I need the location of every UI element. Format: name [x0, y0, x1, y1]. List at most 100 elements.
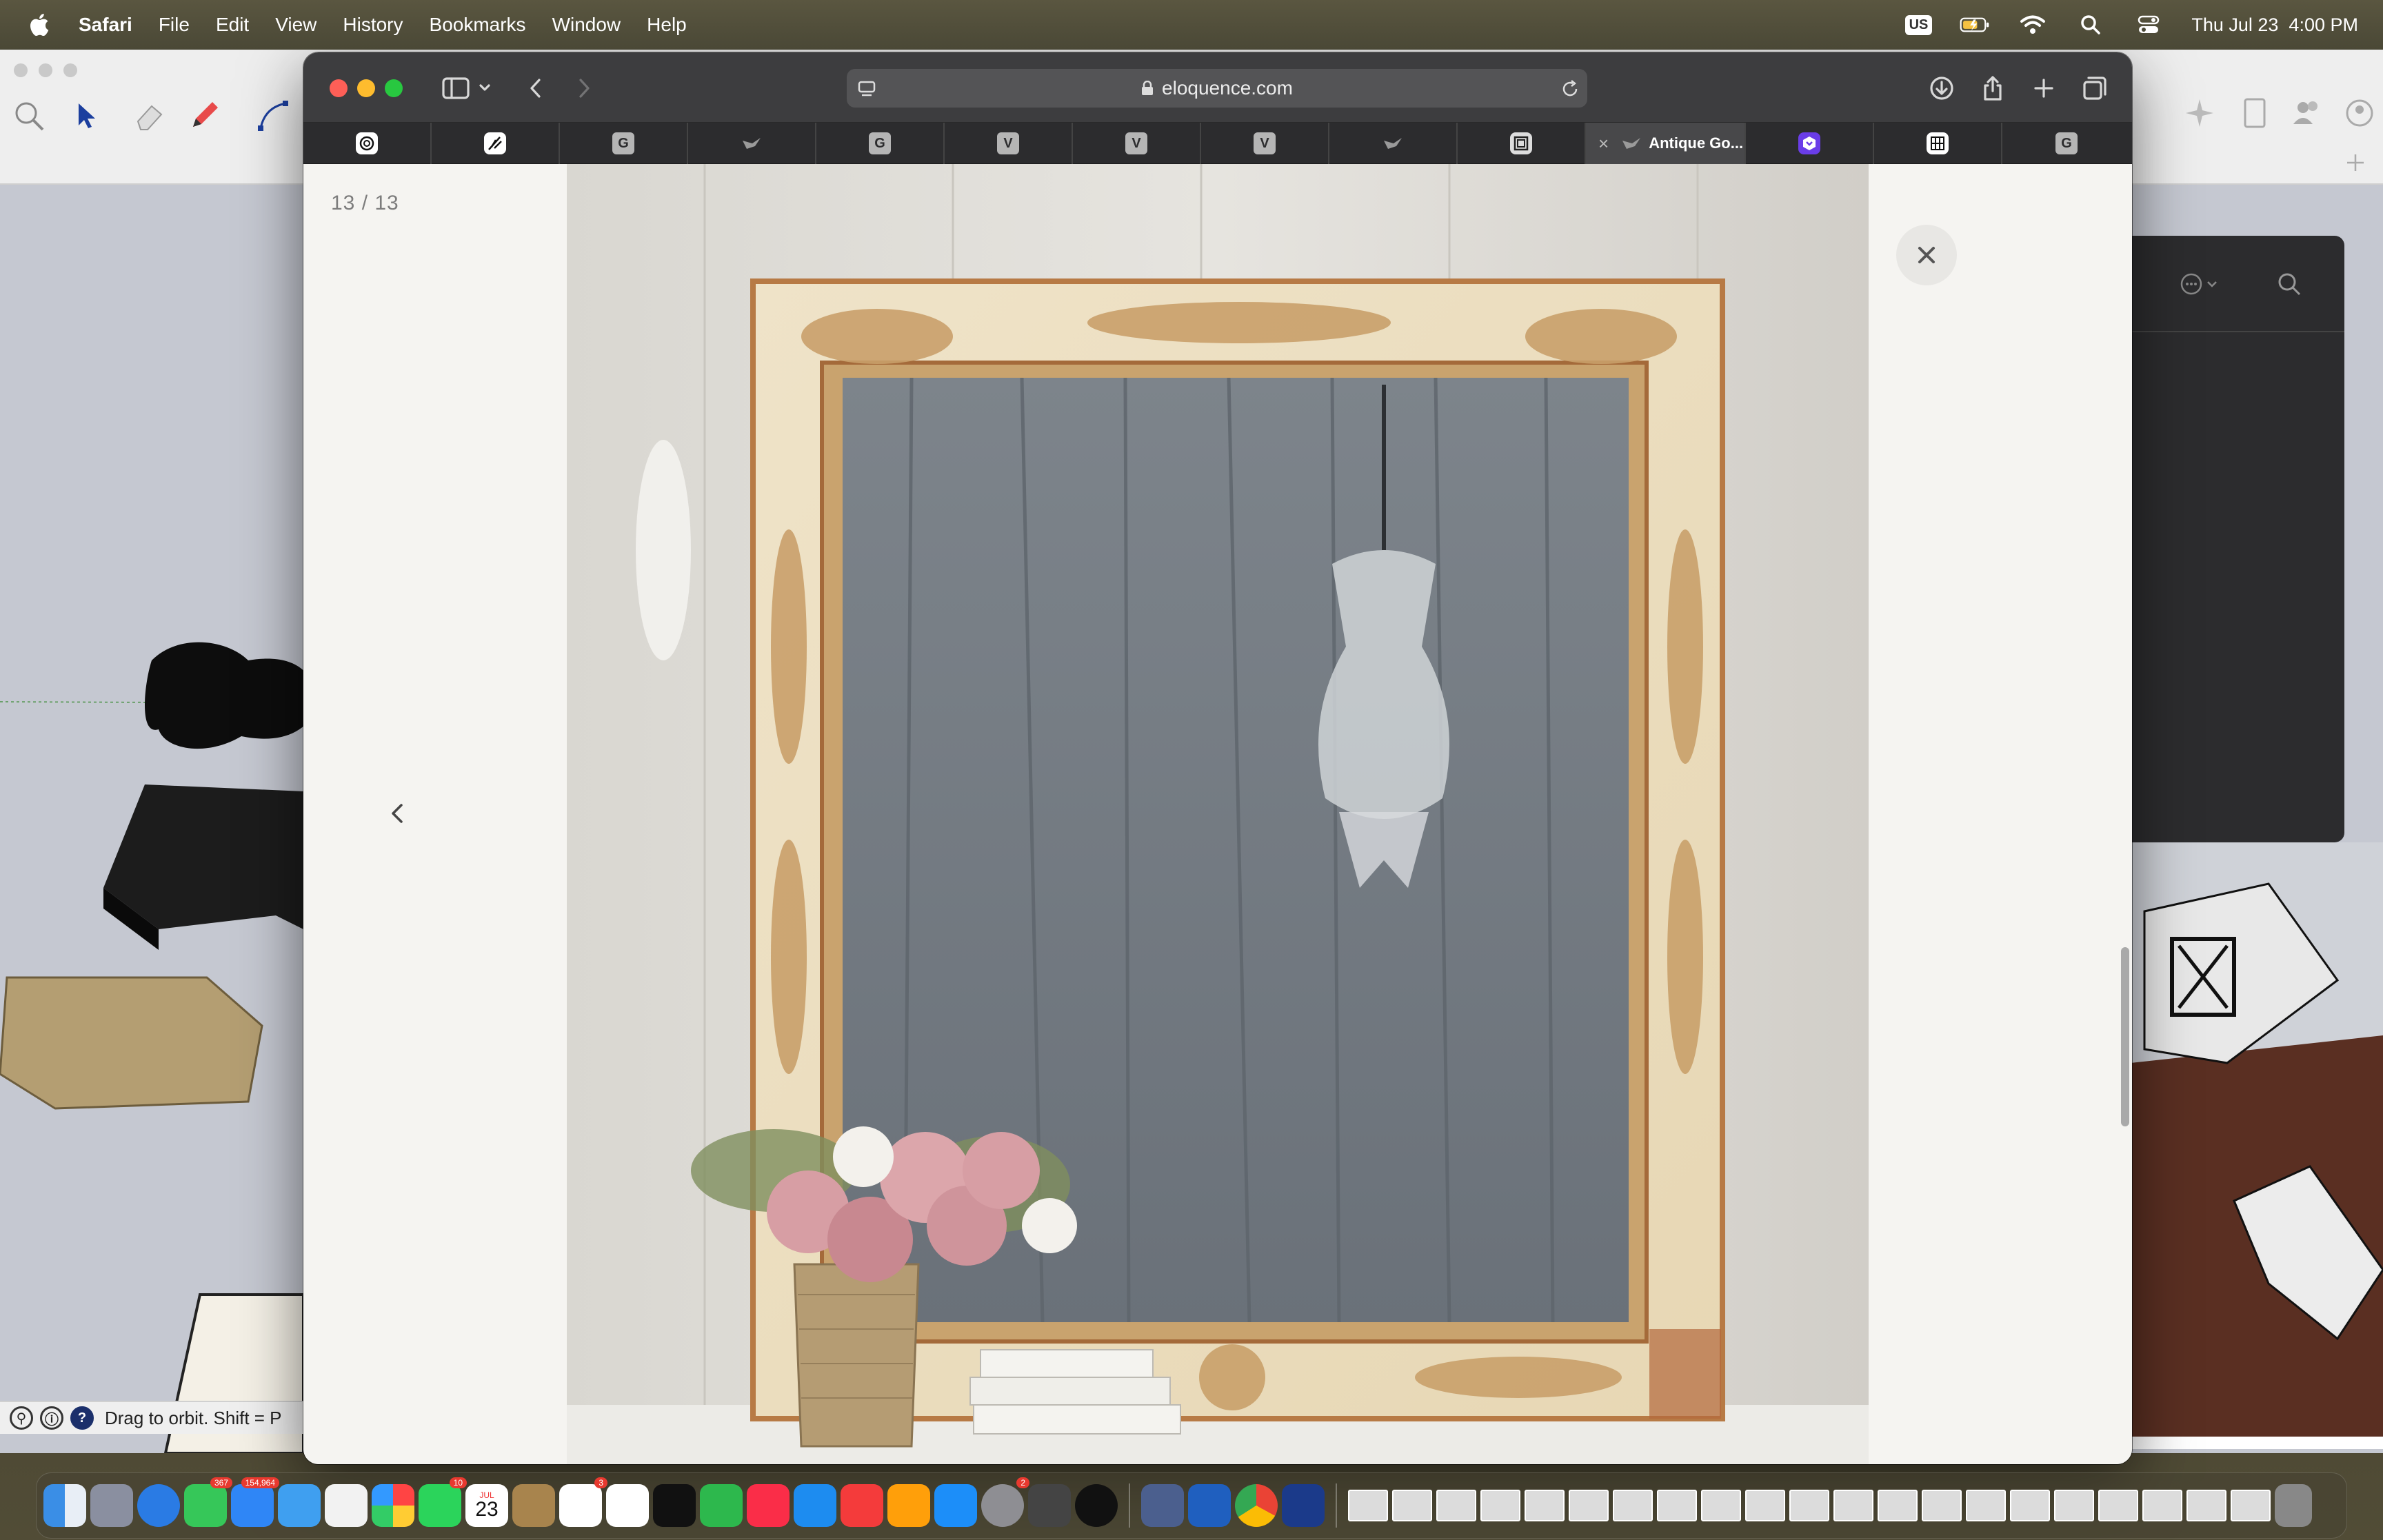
news-icon[interactable] — [841, 1484, 883, 1527]
calendar-icon[interactable]: JUL 23 — [465, 1484, 508, 1527]
back-button[interactable] — [519, 72, 553, 105]
panel-more-icon[interactable] — [2179, 270, 2220, 298]
tab-10[interactable] — [1458, 123, 1586, 164]
reload-icon[interactable] — [1560, 79, 1580, 99]
menubar-clock[interactable]: Thu Jul 23 4:00 PM — [2191, 14, 2358, 36]
minimized-window-thumbnail[interactable] — [1833, 1490, 1873, 1521]
minimized-window-thumbnail[interactable] — [1745, 1490, 1785, 1521]
battery-icon[interactable] — [1960, 14, 1990, 36]
minimized-window-thumbnail[interactable] — [2186, 1490, 2226, 1521]
close-lightbox-button[interactable] — [1896, 225, 1957, 285]
tab-14[interactable]: G — [2002, 123, 2131, 164]
numbers-icon[interactable] — [700, 1484, 743, 1527]
minimized-window-thumbnail[interactable] — [1922, 1490, 1962, 1521]
tab-5[interactable]: G — [816, 123, 945, 164]
finder-icon[interactable] — [43, 1484, 86, 1527]
forward-button[interactable] — [567, 72, 601, 105]
tab-2[interactable] — [432, 123, 560, 164]
new-tab-button[interactable] — [2024, 72, 2063, 105]
address-bar[interactable]: eloquence.com — [847, 69, 1587, 108]
window-close-inactive[interactable] — [14, 63, 28, 77]
minimized-window-thumbnail[interactable] — [2142, 1490, 2182, 1521]
iphone-mirroring-icon[interactable] — [1028, 1484, 1071, 1527]
preview-icon[interactable] — [1141, 1484, 1184, 1527]
minimized-window-thumbnail[interactable] — [2231, 1490, 2271, 1521]
freeform-icon[interactable] — [606, 1484, 649, 1527]
tab-6[interactable]: V — [945, 123, 1073, 164]
tab-active-antique-gold[interactable]: × Antique Go... — [1586, 123, 1746, 164]
tab-9[interactable] — [1329, 123, 1458, 164]
arc-tool-icon[interactable] — [255, 98, 291, 134]
input-source-indicator[interactable]: US — [1904, 14, 1933, 35]
sketchup-icon[interactable] — [1282, 1484, 1325, 1527]
minimized-window-thumbnail[interactable] — [1878, 1490, 1918, 1521]
credits-icon[interactable]: ⓘ — [40, 1406, 63, 1430]
maps-icon[interactable] — [278, 1484, 321, 1527]
notes-icon[interactable] — [325, 1484, 368, 1527]
ai-sparkle-icon[interactable] — [2182, 95, 2218, 131]
keynote-icon[interactable] — [794, 1484, 836, 1527]
minimized-window-thumbnail[interactable] — [1436, 1490, 1476, 1521]
apple-tv-icon[interactable] — [653, 1484, 696, 1527]
pages-icon[interactable] — [887, 1484, 930, 1527]
word-icon[interactable] — [1188, 1484, 1231, 1527]
trash-icon[interactable] — [2275, 1484, 2312, 1527]
document-icon[interactable] — [2237, 95, 2273, 131]
minimized-window-thumbnail[interactable] — [2098, 1490, 2138, 1521]
menu-window[interactable]: Window — [552, 14, 621, 36]
music-icon[interactable] — [747, 1484, 790, 1527]
page-menu-icon[interactable] — [856, 79, 877, 99]
messages-icon[interactable]: 367 — [184, 1477, 232, 1527]
eraser-tool-icon[interactable] — [131, 98, 167, 134]
minimized-window-thumbnail[interactable] — [2010, 1490, 2050, 1521]
menu-help[interactable]: Help — [647, 14, 687, 36]
page-scrollbar-thumb[interactable] — [2121, 947, 2129, 1126]
app-store-icon[interactable] — [934, 1484, 977, 1527]
menu-edit[interactable]: Edit — [216, 14, 249, 36]
search-tool-icon[interactable] — [11, 98, 47, 134]
mail-icon[interactable]: 154,964 — [231, 1477, 279, 1527]
minimized-window-thumbnail[interactable] — [2054, 1490, 2094, 1521]
window-minimize-button[interactable] — [357, 79, 375, 97]
photos-icon[interactable] — [372, 1484, 414, 1527]
system-settings-icon[interactable]: 2 — [981, 1477, 1029, 1527]
menu-file[interactable]: File — [159, 14, 190, 36]
tab-4[interactable] — [688, 123, 816, 164]
facetime-icon[interactable]: 10 — [419, 1477, 467, 1527]
window-minimize-inactive[interactable] — [39, 63, 52, 77]
reminders-icon[interactable]: 3 — [559, 1477, 607, 1527]
window-close-button[interactable] — [330, 79, 348, 97]
select-tool-icon[interactable] — [69, 98, 105, 134]
tab-12[interactable] — [1746, 123, 1874, 164]
sidebar-toggle-button[interactable] — [437, 72, 499, 105]
control-center-icon[interactable] — [2133, 14, 2164, 36]
tab-close-icon[interactable]: × — [1598, 133, 1609, 154]
minimized-window-thumbnail[interactable] — [1525, 1490, 1565, 1521]
pencil-tool-icon[interactable] — [186, 98, 222, 134]
menu-bookmarks[interactable]: Bookmarks — [430, 14, 526, 36]
geo-location-icon[interactable]: ⚲ — [10, 1406, 33, 1430]
account-icon[interactable] — [2342, 95, 2377, 131]
minimized-window-thumbnail[interactable] — [1480, 1490, 1520, 1521]
minimized-window-thumbnail[interactable] — [1966, 1490, 2006, 1521]
help-icon[interactable]: ? — [70, 1406, 94, 1430]
window-zoom-button[interactable] — [385, 79, 403, 97]
minimized-window-thumbnail[interactable] — [1392, 1490, 1432, 1521]
minimized-window-thumbnail[interactable] — [1657, 1490, 1697, 1521]
menu-view[interactable]: View — [275, 14, 316, 36]
minimized-window-thumbnail[interactable] — [1701, 1490, 1741, 1521]
tab-8[interactable]: V — [1201, 123, 1329, 164]
tab-overview-button[interactable] — [2075, 72, 2114, 105]
spotlight-search-icon[interactable] — [2075, 14, 2106, 36]
minimized-window-thumbnail[interactable] — [1613, 1490, 1653, 1521]
tab-7[interactable]: V — [1073, 123, 1201, 164]
vectorworks-icon[interactable] — [1075, 1484, 1118, 1527]
add-panel-icon[interactable] — [2339, 146, 2372, 179]
share-button[interactable] — [1973, 72, 2012, 105]
apple-menu-icon[interactable] — [28, 12, 54, 38]
wifi-icon[interactable] — [2018, 14, 2048, 36]
tab-3[interactable]: G — [560, 123, 688, 164]
tab-13[interactable] — [1874, 123, 2002, 164]
users-icon[interactable] — [2289, 95, 2325, 131]
previous-image-button[interactable] — [378, 794, 416, 833]
